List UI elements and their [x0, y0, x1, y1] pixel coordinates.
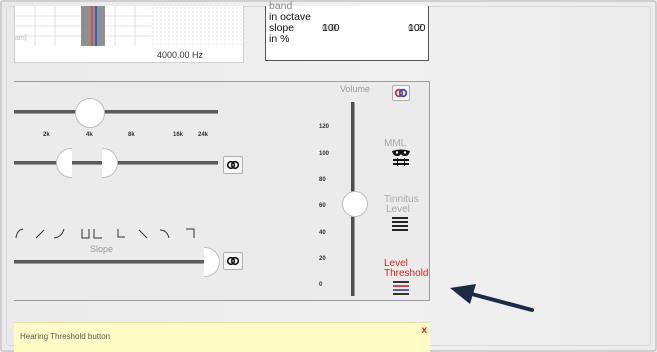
- shape-icon-5: [93, 229, 102, 239]
- status-close-button[interactable]: x: [421, 325, 427, 336]
- bandwidth-slider-right-knob[interactable]: [102, 148, 118, 178]
- in-percent-label: in %: [269, 33, 290, 45]
- slope-slider-track[interactable]: [14, 260, 210, 264]
- hearing-threshold-button[interactable]: [392, 279, 410, 297]
- band-marker-red: [91, 6, 93, 46]
- shape-icon-8: [159, 229, 170, 239]
- slope-label: Slope: [90, 244, 114, 254]
- bandwidth-slider-left-knob[interactable]: [56, 148, 72, 178]
- shape-icon-9: [186, 228, 195, 238]
- frequency-slider-track[interactable]: [14, 110, 218, 114]
- freq-tick-8k: 8k: [128, 132, 135, 138]
- stereo-icon: [394, 88, 408, 98]
- freq-tick-4k: 4k: [86, 132, 93, 138]
- slope-value-left: 100: [322, 22, 340, 34]
- freq-tick-24k: 24k: [198, 132, 209, 138]
- volume-scale-20: 20: [319, 256, 326, 262]
- spectrum-frequency-readout: 4000.00 Hz: [156, 50, 203, 60]
- spectrum-hatched-area: [151, 6, 243, 46]
- volume-scale-120: 120: [319, 124, 330, 130]
- tinnitus-label-2: Level: [386, 204, 410, 215]
- filter-shape-selector[interactable]: [14, 226, 214, 240]
- shape-icon-1: [15, 228, 24, 239]
- control-panel: 2k 4k 8k 16k 24k Slope Volume 120 100 80…: [14, 81, 430, 301]
- band-marker-blue: [95, 6, 97, 46]
- stereo-button[interactable]: [392, 85, 410, 101]
- link-button[interactable]: [223, 156, 243, 174]
- spectrum-unit: am]: [15, 35, 27, 42]
- freq-tick-2k: 2k: [43, 132, 50, 138]
- volume-label: Volume: [340, 84, 371, 94]
- slope-slider-knob[interactable]: [204, 247, 220, 277]
- volume-scale-60: 60: [319, 203, 326, 209]
- link-icon: [226, 160, 240, 170]
- volume-scale-80: 80: [319, 177, 326, 183]
- link-icon: [226, 256, 240, 266]
- shape-icon-6: [117, 229, 125, 238]
- status-text: Hearing Threshold button: [20, 332, 111, 341]
- spectrum-view[interactable]: am] 4000.00 Hz: [14, 6, 244, 63]
- shape-icon-2: [35, 229, 45, 239]
- spectrum-band: [81, 6, 105, 46]
- threshold-label-2: Threshold: [384, 268, 429, 279]
- shape-icon-7: [138, 229, 148, 239]
- link-button-2[interactable]: [223, 252, 243, 270]
- status-bar: Hearing Threshold button x: [14, 322, 430, 352]
- volume-slider-knob[interactable]: [342, 191, 368, 217]
- volume-scale-40: 40: [319, 230, 326, 236]
- tinnitus-level-button[interactable]: [391, 215, 409, 233]
- slope-value-right: 100: [408, 22, 426, 34]
- band-info-box: band 0.0 0.2 in octave slope in % 100 10…: [265, 1, 429, 61]
- mask-icon: [392, 149, 410, 166]
- volume-scale-100: 100: [319, 151, 330, 157]
- shape-icon-4: [81, 229, 90, 239]
- annotation-arrow-icon: [450, 284, 534, 312]
- freq-tick-16k: 16k: [173, 132, 184, 138]
- mml-button[interactable]: [391, 148, 411, 173]
- shape-icon-3: [53, 228, 65, 239]
- volume-scale-0: 0: [319, 282, 323, 288]
- frequency-slider-knob[interactable]: [75, 98, 105, 128]
